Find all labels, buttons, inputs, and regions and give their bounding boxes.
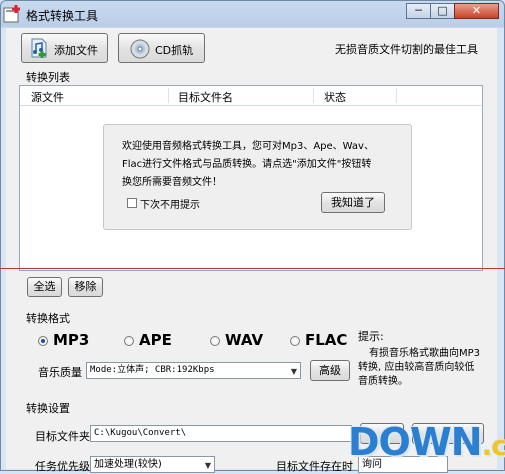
got-it-button[interactable]: 我知道了 (321, 192, 385, 213)
site-watermark: DOWN.cc (348, 420, 505, 464)
slogan-text: 无损音质文件切割的最佳工具 (335, 43, 478, 56)
remove-label: 移除 (74, 280, 97, 293)
column-source-file[interactable]: 源文件 (31, 89, 64, 105)
quality-dropdown[interactable]: Mode:立体声; CBR:192Kbps ▼ (86, 362, 301, 379)
advanced-button[interactable]: 高级 (310, 360, 350, 381)
window-title: 格式转换工具 (26, 9, 99, 23)
format-radio-flac[interactable] (290, 336, 300, 346)
format-radio-ape[interactable] (124, 336, 134, 346)
priority-label: 任务优先级 (35, 460, 90, 473)
list-section-title: 转换列表 (26, 71, 70, 84)
got-it-label: 我知道了 (331, 196, 375, 209)
tip-title: 提示: (358, 330, 384, 343)
format-option-label[interactable]: MP3 (53, 331, 89, 349)
welcome-message-line: Flac进行文件格式与品质转换。请点选"添加文件"按钮转 (122, 159, 372, 170)
column-divider[interactable] (396, 88, 397, 103)
maximize-icon: □ (437, 4, 448, 17)
tip-text-line: 有损音乐格式歌曲向MP3 (369, 348, 481, 359)
advanced-label: 高级 (319, 364, 341, 377)
maximize-button[interactable]: □ (430, 3, 455, 19)
dont-show-label: 下次不用提示 (140, 200, 200, 211)
minimize-button[interactable]: ─ (406, 3, 431, 19)
settings-section-title: 转换设置 (26, 402, 70, 415)
priority-value: 加速处理(较快) (94, 459, 162, 470)
column-target-name[interactable]: 目标文件名 (178, 89, 233, 105)
target-folder-input[interactable]: C:\Kugou\Convert\ (90, 425, 352, 442)
priority-dropdown[interactable]: 加速处理(较快) ▼ (90, 456, 215, 473)
file-exists-label: 目标文件存在时 (276, 460, 353, 473)
column-status[interactable]: 状态 (324, 89, 346, 105)
list-header: 源文件 目标文件名 状态 (20, 86, 482, 106)
cd-disc-icon (129, 38, 151, 63)
quality-value: Mode:立体声; CBR:192Kbps (90, 365, 215, 375)
target-folder-value: C:\Kugou\Convert\ (94, 428, 187, 438)
select-all-label: 全选 (33, 280, 56, 293)
format-option-label[interactable]: APE (139, 331, 172, 349)
format-option-label[interactable]: WAV (225, 331, 263, 349)
add-files-label: 添加文件 (54, 44, 98, 57)
tip-text-line: 音质转换。 (358, 376, 408, 387)
dont-show-checkbox[interactable] (127, 198, 137, 208)
welcome-message-line: 欢迎使用音频格式转换工具，您可对Mp3、Ape、Wav、 (122, 141, 374, 152)
format-section-title: 转换格式 (26, 312, 70, 325)
welcome-message-line: 换您所需要音频文件！ (122, 177, 222, 188)
close-button[interactable]: ✕ (454, 3, 499, 19)
tip-text-line: 转换, 应由较高音质向较低 (358, 362, 475, 373)
cd-rip-button[interactable]: CD抓轨 (118, 33, 205, 63)
cd-rip-label: CD抓轨 (155, 44, 194, 57)
column-divider[interactable] (168, 88, 169, 103)
format-radio-mp3[interactable] (38, 336, 48, 346)
minimize-icon: ─ (415, 4, 422, 17)
add-music-file-icon (28, 37, 50, 62)
target-folder-label: 目标文件夹 (35, 430, 90, 443)
add-files-button[interactable]: 添加文件 (21, 33, 108, 63)
welcome-dialog: 欢迎使用音频格式转换工具，您可对Mp3、Ape、Wav、 Flac进行文件格式与… (103, 124, 412, 230)
quality-label: 音乐质量 (38, 366, 82, 379)
column-divider[interactable] (313, 88, 314, 103)
app-icon (3, 4, 25, 24)
divider-line (0, 268, 505, 269)
select-all-button[interactable]: 全选 (27, 277, 62, 297)
remove-button[interactable]: 移除 (68, 277, 103, 297)
format-radio-wav[interactable] (210, 336, 220, 346)
chevron-down-icon: ▼ (290, 367, 297, 376)
format-option-label[interactable]: FLAC (305, 331, 347, 349)
close-icon: ✕ (471, 4, 482, 17)
